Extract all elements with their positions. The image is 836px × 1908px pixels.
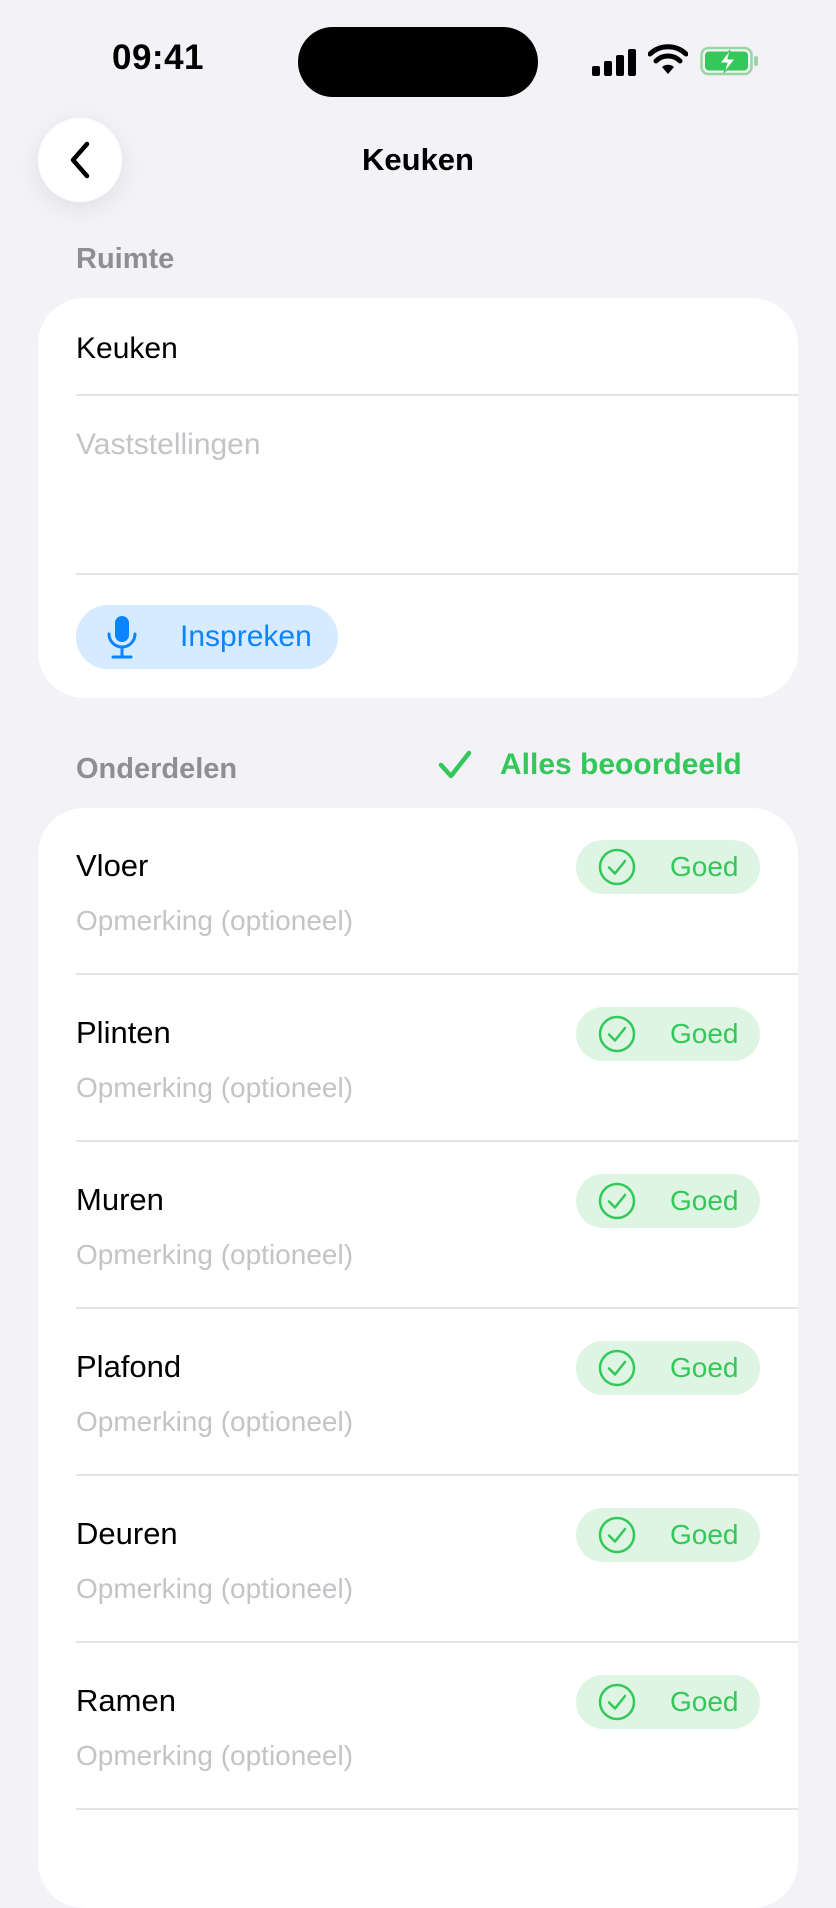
divider	[76, 573, 798, 575]
divider	[76, 394, 798, 396]
observations-field[interactable]: Vaststellingen	[76, 428, 261, 462]
room-card: Keuken Vaststellingen Inspreken	[38, 298, 798, 698]
note-field[interactable]: Opmerking (optioneel)	[76, 905, 353, 937]
status-label: Goed	[670, 1018, 739, 1049]
part-name: Plinten	[76, 1015, 171, 1050]
part-item-vloer: Vloer Opmerking (optioneel) Goed	[38, 808, 798, 975]
note-field[interactable]: Opmerking (optioneel)	[76, 1406, 353, 1438]
check-circle-icon	[598, 1349, 636, 1387]
status-label: Goed	[670, 1352, 739, 1383]
battery-charging-icon	[700, 46, 758, 76]
cellular-signal-icon	[592, 48, 636, 76]
divider	[76, 1808, 798, 1810]
dynamic-island	[298, 27, 538, 97]
part-name: Ramen	[76, 1683, 176, 1718]
checkmark-icon	[438, 750, 472, 779]
status-time: 09:41	[112, 38, 205, 77]
status-pill[interactable]: Goed	[576, 1007, 760, 1061]
room-name-field[interactable]: Keuken	[76, 332, 178, 366]
part-item-muren: Muren Opmerking (optioneel) Goed	[38, 1142, 798, 1309]
note-field[interactable]: Opmerking (optioneel)	[76, 1573, 353, 1605]
part-item-deuren: Deuren Opmerking (optioneel) Goed	[38, 1476, 798, 1643]
part-item-plafond: Plafond Opmerking (optioneel) Goed	[38, 1309, 798, 1476]
all-reviewed-label: Alles beoordeeld	[500, 748, 742, 781]
part-item-ramen: Ramen Opmerking (optioneel) Goed	[38, 1643, 798, 1810]
status-pill[interactable]: Goed	[576, 1341, 760, 1395]
status-bar: 09:41	[0, 0, 836, 110]
check-circle-icon	[598, 1182, 636, 1220]
check-circle-icon	[598, 1516, 636, 1554]
all-reviewed-indicator: Alles beoordeeld	[438, 748, 742, 782]
note-field[interactable]: Opmerking (optioneel)	[76, 1740, 353, 1772]
status-label: Goed	[670, 1519, 739, 1550]
note-field[interactable]: Opmerking (optioneel)	[76, 1239, 353, 1271]
wifi-icon	[648, 44, 688, 74]
part-name: Deuren	[76, 1516, 178, 1551]
dictate-label: Inspreken	[180, 620, 312, 653]
status-pill[interactable]: Goed	[576, 1508, 760, 1562]
parts-card: Vloer Opmerking (optioneel) Goed Plinten…	[38, 808, 798, 1908]
note-field[interactable]: Opmerking (optioneel)	[76, 1072, 353, 1104]
check-circle-icon	[598, 1683, 636, 1721]
part-item-plinten: Plinten Opmerking (optioneel) Goed	[38, 975, 798, 1142]
status-pill[interactable]: Goed	[576, 840, 760, 894]
status-label: Goed	[670, 851, 739, 882]
status-pill[interactable]: Goed	[576, 1675, 760, 1729]
status-pill[interactable]: Goed	[576, 1174, 760, 1228]
room-section-header: Ruimte	[76, 243, 175, 275]
part-name: Plafond	[76, 1349, 182, 1384]
page-title: Keuken	[362, 142, 474, 177]
parts-section-header: Onderdelen	[76, 753, 238, 785]
check-circle-icon	[598, 1015, 636, 1053]
check-circle-icon	[598, 848, 636, 886]
status-label: Goed	[670, 1185, 739, 1216]
status-label: Goed	[670, 1686, 739, 1717]
microphone-icon	[107, 616, 137, 659]
part-name: Vloer	[76, 848, 149, 883]
part-name: Muren	[76, 1182, 164, 1217]
dictate-button[interactable]: Inspreken	[76, 605, 338, 669]
